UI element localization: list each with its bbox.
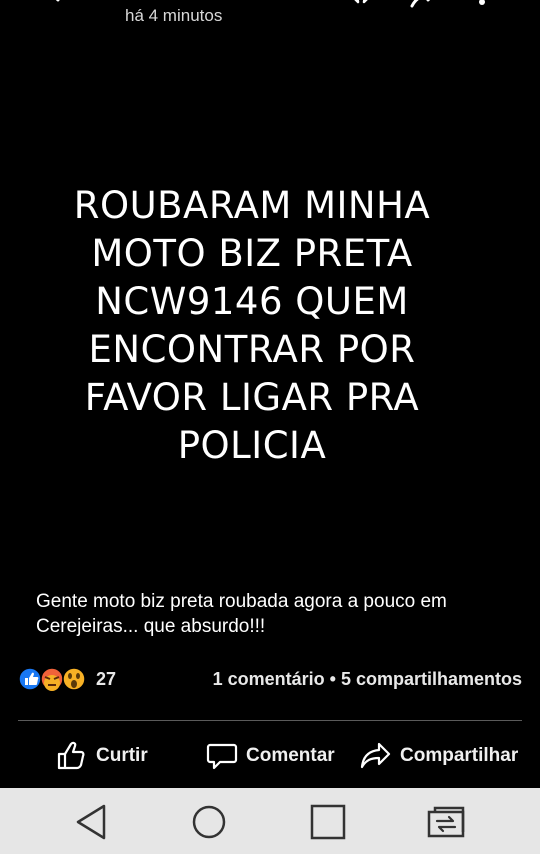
angry-reaction-icon	[40, 667, 64, 691]
engagement-separator: •	[329, 669, 336, 689]
post-timestamp: há 4 minutos	[125, 6, 223, 25]
wow-reaction-icon	[62, 667, 86, 691]
post-caption: Gente moto biz preta roubada agora a pou…	[36, 591, 447, 637]
reactions-summary[interactable]: 27 1 comentário • 5 compartilhamentos	[18, 666, 528, 694]
nav-back-icon[interactable]	[72, 802, 112, 842]
post-actions: Curtir Comentar Compartilhar	[0, 736, 540, 776]
image-text-line: ENCONTRAR POR	[88, 328, 416, 371]
comment-bubble-icon	[206, 743, 238, 770]
top-bar: há 4 minutos	[0, 0, 540, 32]
share-icon[interactable]	[410, 0, 440, 12]
post-image-text: ROUBARAM MINHA MOTO BIZ PRETA NCW9146 QU…	[30, 182, 474, 470]
reaction-icons	[18, 667, 86, 691]
star-icon[interactable]	[348, 0, 374, 12]
image-text-line: POLICIA	[177, 424, 327, 467]
share-arrow-icon	[360, 742, 391, 769]
comment-count[interactable]: 1 comentário	[213, 669, 325, 689]
share-label: Compartilhar	[400, 745, 519, 766]
nav-switch-icon[interactable]	[426, 802, 466, 842]
divider	[18, 720, 522, 721]
image-text-line: MOTO BIZ PRETA	[91, 232, 413, 275]
image-text-line: ROUBARAM MINHA	[73, 184, 431, 227]
like-reaction-icon	[18, 667, 42, 691]
like-label: Curtir	[96, 745, 148, 766]
facebook-post-screen: há 4 minutos ROUBARAM MINHA MOTO BIZ PRE…	[0, 0, 540, 854]
like-button[interactable]: Curtir	[56, 736, 148, 776]
comment-button[interactable]: Comentar	[206, 736, 335, 776]
comment-label: Comentar	[246, 745, 335, 766]
back-arrow-icon[interactable]	[48, 0, 76, 10]
android-nav-bar	[0, 788, 540, 854]
share-count[interactable]: 5 compartilhamentos	[341, 669, 522, 689]
reaction-count: 27	[96, 669, 117, 689]
nav-home-icon[interactable]	[189, 802, 229, 842]
thumbs-up-icon	[57, 741, 85, 770]
share-button[interactable]: Compartilhar	[360, 736, 518, 776]
more-vertical-icon[interactable]	[476, 0, 488, 12]
image-text-line: NCW9146 QUEM	[95, 280, 409, 323]
image-text-line: FAVOR LIGAR PRA	[84, 376, 420, 419]
engagement-counts[interactable]: 1 comentário • 5 compartilhamentos	[213, 669, 522, 690]
nav-recents-icon[interactable]	[308, 802, 348, 842]
